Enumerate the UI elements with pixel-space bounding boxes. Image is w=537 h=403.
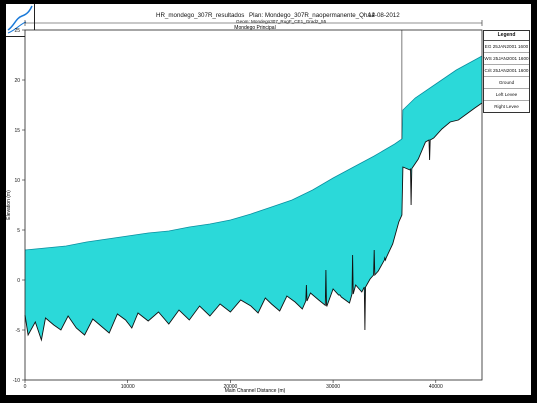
y-tick-label: 15: [14, 128, 20, 134]
reach-label: Mondego Principal: [234, 25, 275, 31]
legend-item-right-levee: Right Levee: [494, 104, 519, 109]
x-tick-label: 10000: [121, 384, 135, 390]
x-axis-label: Main Channel Distance (m): [225, 388, 286, 394]
x-tick-label: 40000: [429, 384, 443, 390]
y-tick-label: 5: [17, 228, 20, 234]
window-frame: HR_mondego_307R_resultados Plan: Mondego…: [0, 0, 537, 403]
y-tick-label: 0: [17, 278, 20, 284]
y-tick-label: -10: [13, 378, 20, 384]
legend-item-ground: Ground: [484, 77, 529, 89]
x-tick-label: 0: [24, 384, 27, 390]
profile-chart: 0 10000 20000 30000 40000-10-50510152025 Mon…: [6, 20, 483, 394]
y-tick-label: -5: [16, 328, 21, 334]
y-axis-label: Elevation (m): [6, 190, 12, 220]
legend-item-ws: WS 25JAN2001 1600: [484, 53, 529, 65]
legend-item-crit: Crit 25JAN2001 1600: [484, 65, 529, 77]
legend: Legend EG 25JAN2001 1600 WS 25JAN2001 16…: [483, 30, 530, 113]
y-tick-label: 10: [14, 178, 20, 184]
plot-area: [25, 30, 482, 380]
legend-item-eg: EG 25JAN2001 1600: [484, 41, 529, 53]
x-tick-label: 30000: [326, 384, 340, 390]
y-tick-label: 20: [14, 78, 20, 84]
legend-item-left-levee: Left Levee: [484, 89, 529, 101]
legend-title: Legend: [484, 31, 529, 41]
y-tick-label: 25: [14, 28, 20, 34]
